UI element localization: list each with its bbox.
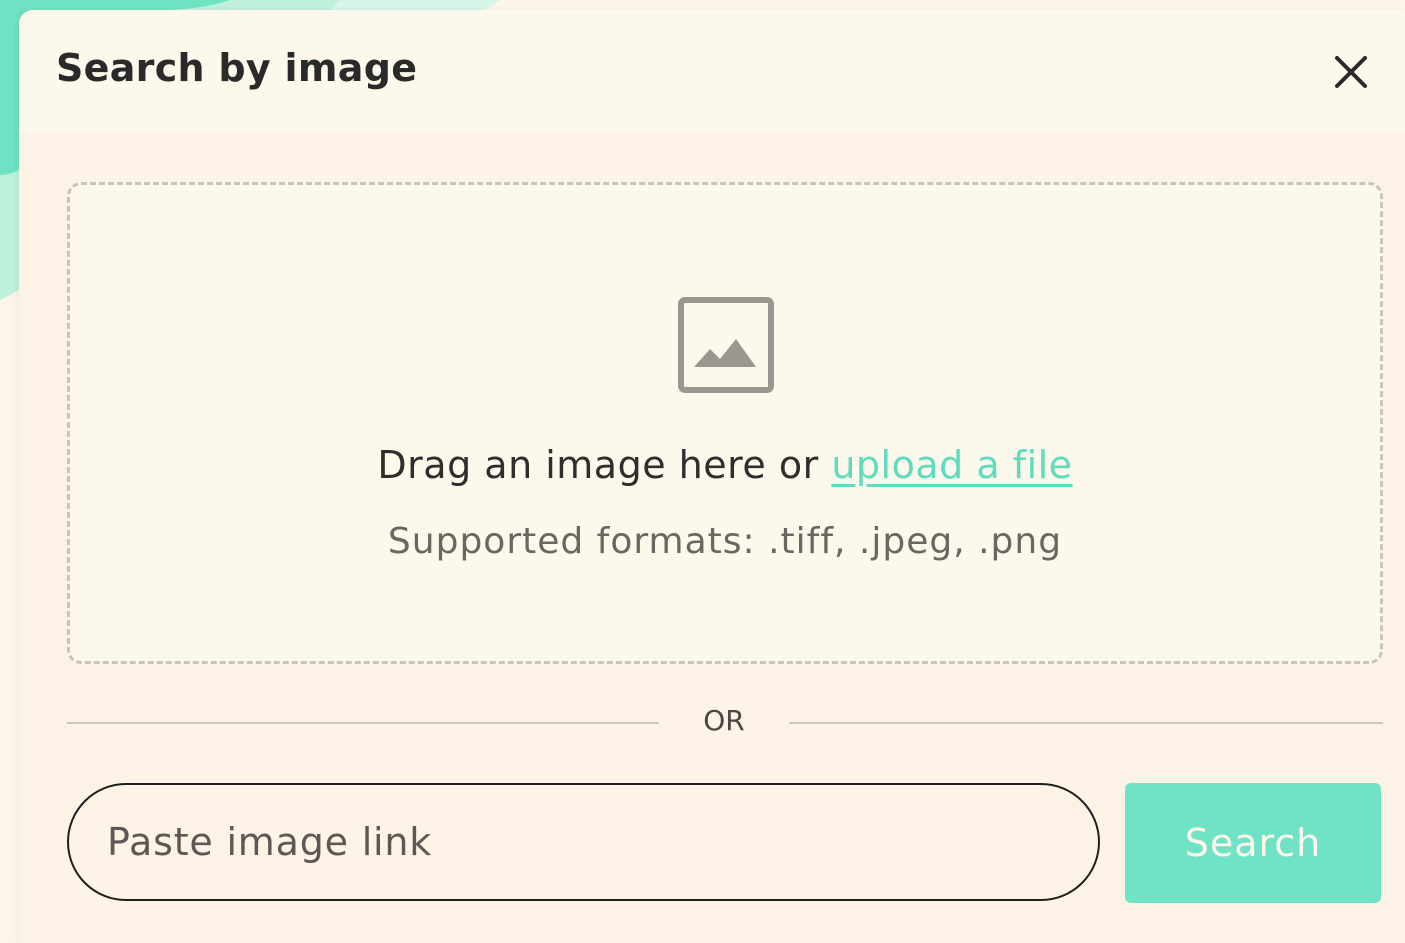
image-drop-zone[interactable]: Drag an image here or upload a file Supp… [67, 182, 1383, 664]
drag-instructions: Drag an image here or upload a file [70, 443, 1380, 487]
upload-file-link[interactable]: upload a file [831, 443, 1072, 487]
or-label: OR [703, 704, 745, 737]
drag-text: Drag an image here or [377, 443, 832, 487]
image-placeholder-icon [678, 297, 774, 393]
close-button[interactable] [1331, 52, 1371, 92]
image-link-input[interactable] [67, 783, 1100, 901]
search-button[interactable]: Search [1125, 783, 1381, 903]
dialog-title: Search by image [56, 46, 418, 90]
divider-line-right [789, 722, 1383, 724]
search-by-image-dialog: Search by image Drag an image here or up… [19, 10, 1405, 943]
or-divider: OR [67, 700, 1383, 744]
close-icon [1335, 56, 1367, 88]
supported-formats-text: Supported formats: .tiff, .jpeg, .png [387, 521, 1063, 562]
dialog-header: Search by image [19, 10, 1405, 133]
divider-line-left [67, 722, 659, 724]
